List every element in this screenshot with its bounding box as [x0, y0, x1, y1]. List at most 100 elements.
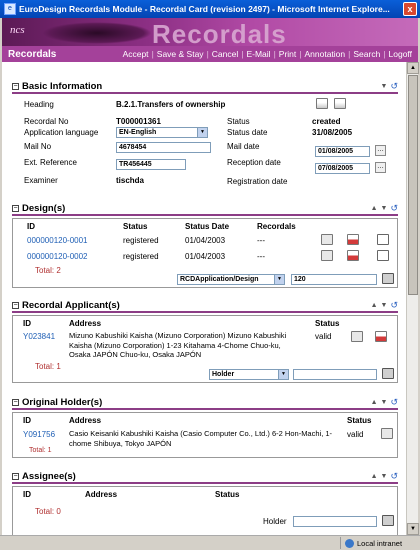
- holder-id-link[interactable]: Y091756: [23, 430, 55, 439]
- collapse-toggle-icon[interactable]: −: [12, 82, 19, 90]
- delete-icon[interactable]: [347, 234, 359, 245]
- collapse-toggle-icon[interactable]: −: [12, 472, 19, 480]
- delete-icon[interactable]: [347, 250, 359, 261]
- collapse-toggle-icon[interactable]: −: [12, 398, 19, 406]
- section-header: − Assignee(s) ▲ ▼ ↺: [12, 470, 398, 484]
- section-controls: ▼ ↺: [381, 81, 398, 92]
- refresh-icon[interactable]: ↺: [390, 300, 398, 311]
- move-down-icon[interactable]: ▼: [381, 205, 388, 212]
- design-recordals: ---: [257, 236, 265, 245]
- scroll-down-icon[interactable]: ▼: [407, 523, 419, 535]
- examiner-label: Examiner: [24, 176, 58, 185]
- design-type-select[interactable]: RCDApplication/Design ▼: [177, 274, 285, 285]
- add-icon[interactable]: [382, 273, 394, 284]
- column-header-address: Address: [69, 319, 102, 328]
- scroll-thumb[interactable]: [408, 75, 418, 295]
- chevron-down-icon: ▼: [274, 275, 284, 284]
- column-header-status-date: Status Date: [185, 222, 230, 231]
- move-down-icon[interactable]: ▼: [381, 473, 388, 480]
- mail-no-label: Mail No: [24, 142, 52, 151]
- refresh-icon[interactable]: ↺: [390, 203, 398, 214]
- reception-date-label: Reception date: [227, 158, 281, 167]
- section-title: Original Holder(s): [22, 396, 103, 408]
- reception-date-picker-button[interactable]: …: [375, 162, 386, 173]
- delete-icon[interactable]: [375, 331, 387, 342]
- section-title: Assignee(s): [22, 470, 76, 482]
- scroll-up-icon[interactable]: ▲: [407, 62, 419, 74]
- move-down-icon[interactable]: ▼: [381, 83, 388, 90]
- applicant-address: Mizuno Kabushiki Kaisha (Mizuno Corporat…: [69, 331, 287, 359]
- goto-icon[interactable]: [377, 234, 389, 245]
- save-stay-link[interactable]: Save & Stay: [154, 49, 207, 59]
- logoff-link[interactable]: Logoff: [386, 49, 415, 59]
- cancel-link[interactable]: Cancel: [209, 49, 241, 59]
- document-icon[interactable]: [321, 250, 333, 261]
- basic-info-body: Heading B.2.1.Transfers of ownership Rec…: [12, 96, 398, 198]
- email-link[interactable]: E-Mail: [243, 49, 273, 59]
- applicant-search-field[interactable]: [293, 369, 377, 380]
- status-value: created: [312, 117, 341, 126]
- vertical-scrollbar[interactable]: ▲ ▼: [406, 62, 419, 535]
- refresh-icon[interactable]: ↺: [390, 471, 398, 482]
- holder-status: valid: [347, 430, 364, 439]
- holders-table: ID Address Status Y091756 Casio Keisanki…: [12, 412, 398, 458]
- mail-date-field[interactable]: 01/08/2005: [315, 146, 370, 157]
- add-icon[interactable]: [382, 515, 394, 526]
- recordal-no-value: T000001361: [116, 117, 161, 126]
- move-up-icon[interactable]: ▲: [371, 302, 378, 309]
- assignee-search-field[interactable]: [293, 516, 377, 527]
- ncs-logo: ncs: [10, 24, 25, 36]
- refresh-icon[interactable]: ↺: [390, 397, 398, 408]
- mail-date-picker-button[interactable]: …: [375, 145, 386, 156]
- column-header-id: ID: [23, 319, 31, 328]
- application-language-value: EN-English: [119, 129, 157, 136]
- applicant-type-value: Holder: [212, 371, 235, 378]
- application-language-select[interactable]: EN-English ▼: [116, 127, 208, 138]
- applicant-id-link[interactable]: Y023841: [23, 332, 55, 341]
- move-up-icon[interactable]: ▲: [371, 399, 378, 406]
- toolbar: Recordals Accept | Save & Stay | Cancel | E…: [2, 46, 418, 62]
- reception-date-field[interactable]: 07/08/2005: [315, 163, 370, 174]
- column-header-id: ID: [23, 416, 31, 425]
- move-down-icon[interactable]: ▼: [381, 399, 388, 406]
- section-header: − Recordal Applicant(s) ▲ ▼ ↺: [12, 299, 398, 313]
- annotation-link[interactable]: Annotation: [301, 49, 348, 59]
- section-title: Basic Information: [22, 80, 103, 92]
- goto-icon[interactable]: [377, 250, 389, 261]
- design-id-link[interactable]: 000000120-0002: [27, 252, 88, 261]
- accept-link[interactable]: Accept: [120, 49, 152, 59]
- add-icon[interactable]: [382, 368, 394, 379]
- document-icon[interactable]: [321, 234, 333, 245]
- section-controls: ▲ ▼ ↺: [371, 203, 398, 214]
- applicant-status: valid: [315, 332, 332, 341]
- section-controls: ▲ ▼ ↺: [371, 300, 398, 311]
- globe-icon: [345, 538, 354, 548]
- close-icon[interactable]: x: [403, 2, 417, 16]
- mail-no-field[interactable]: 4678454: [116, 142, 211, 153]
- collapse-toggle-icon[interactable]: −: [12, 204, 19, 212]
- move-up-icon[interactable]: ▲: [371, 205, 378, 212]
- document-icon[interactable]: [351, 331, 363, 342]
- design-status: registered: [123, 252, 159, 261]
- design-recordals: ---: [257, 252, 265, 261]
- move-up-icon[interactable]: ▲: [371, 473, 378, 480]
- ext-reference-field[interactable]: TR456445: [116, 159, 186, 170]
- edit-icon[interactable]: [316, 98, 328, 109]
- design-status-date: 01/04/2003: [185, 252, 226, 261]
- search-link[interactable]: Search: [350, 49, 383, 59]
- design-number-field[interactable]: 120: [291, 274, 377, 285]
- assignees-table: ID Address Status Total: 0 Holder: [12, 486, 398, 535]
- design-id-link[interactable]: 000000120-0001: [27, 236, 88, 245]
- collapse-toggle-icon[interactable]: −: [12, 301, 19, 309]
- refresh-icon[interactable]: ↺: [390, 81, 398, 92]
- copy-icon[interactable]: [334, 98, 346, 109]
- move-down-icon[interactable]: ▼: [381, 302, 388, 309]
- security-zone-label: Local intranet: [357, 538, 403, 548]
- column-header-address: Address: [85, 490, 118, 499]
- designs-section: − Design(s) ▲ ▼ ↺ ID Status Status Date …: [12, 202, 398, 288]
- document-icon[interactable]: [381, 428, 393, 439]
- applicant-type-select[interactable]: Holder ▼: [209, 369, 289, 380]
- print-link[interactable]: Print: [276, 49, 299, 59]
- column-header-status: Status: [347, 416, 372, 425]
- page-status-icon: [0, 537, 22, 549]
